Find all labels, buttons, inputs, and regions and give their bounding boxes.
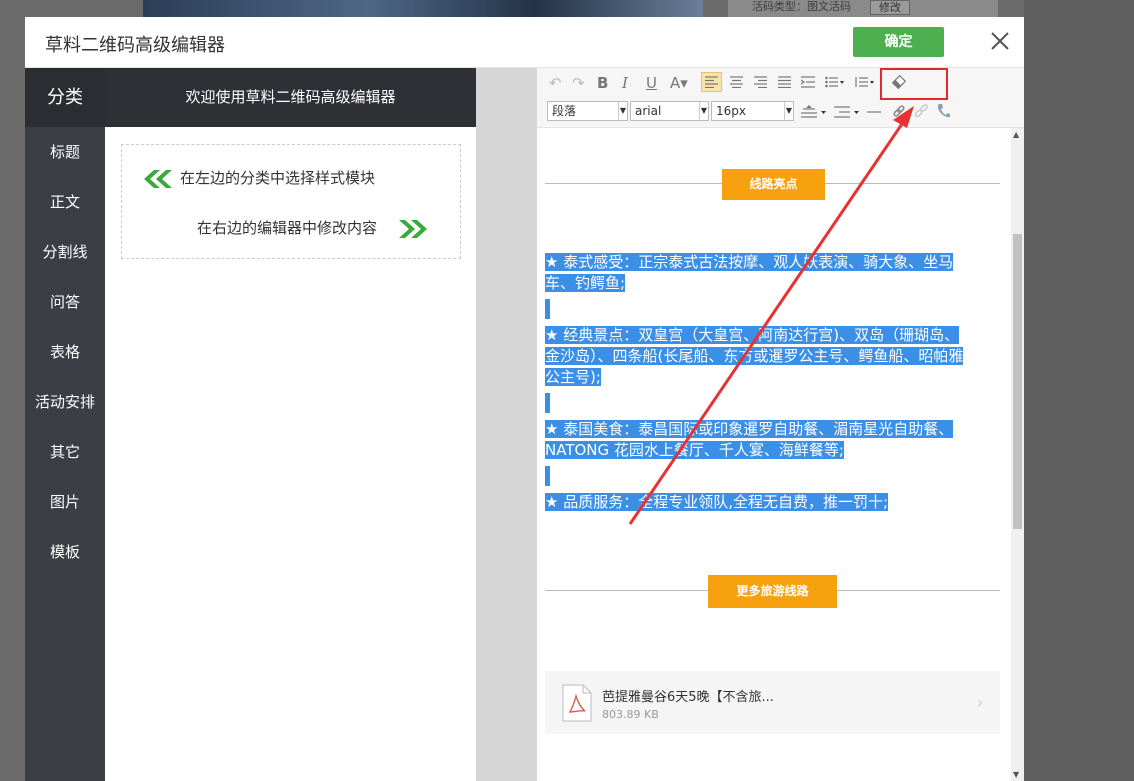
unordered-list-icon[interactable]: [825, 76, 845, 88]
chevron-right-icon: ›: [977, 693, 984, 712]
scroll-down-arrow-icon[interactable]: ▼: [1013, 770, 1019, 779]
template-panel-header: 欢迎使用草料二维码高级编辑器: [105, 68, 476, 127]
indent-icon[interactable]: [801, 76, 815, 88]
category-item-qa[interactable]: 问答: [25, 277, 105, 327]
content-line[interactable]: NATONG 花园水上餐厅、千人宴、海鲜餐等;: [545, 440, 844, 461]
double-chevron-right-icon: [399, 219, 428, 238]
instruction-left: 在左边的分类中选择样式模块: [142, 167, 375, 188]
content-line[interactable]: ★ 泰式感受：正宗泰式古法按摩、观人妖表演、骑大象、坐马: [545, 252, 954, 273]
content-line[interactable]: ★ 品质服务：全程专业领队,全程无自费，推一罚十;: [545, 492, 889, 513]
double-chevron-left-icon: [144, 169, 172, 188]
instruction-left-text: 在左边的分类中选择样式模块: [180, 169, 376, 187]
category-item-other[interactable]: 其它: [25, 427, 105, 477]
background-overlay-right: [1024, 0, 1134, 781]
editor-content[interactable]: 线路亮点 ★ 泰式感受：正宗泰式古法按摩、观人妖表演、骑大象、坐马 车、钓鳄鱼;…: [537, 128, 1011, 781]
file-size: 803.89 KB: [602, 708, 659, 721]
background-meta-text: 活码类型：图文活码: [752, 0, 851, 13]
instruction-right-text: 在右边的编辑器中修改内容: [197, 219, 378, 237]
confirm-button[interactable]: 确定: [853, 27, 944, 57]
phone-icon[interactable]: [936, 103, 950, 119]
link-icon[interactable]: [891, 103, 907, 119]
dialog-title: 草料二维码高级编辑器: [45, 35, 225, 56]
background-edit-button: 修改: [870, 0, 910, 15]
scrollbar-thumb[interactable]: [1013, 234, 1022, 529]
category-item-template[interactable]: 模板: [25, 527, 105, 577]
category-item-title[interactable]: 标题: [25, 127, 105, 177]
category-sidebar: 分类 标题 正文 分割线 问答 表格 活动安排 其它 图片 模板: [25, 68, 105, 781]
font-color-icon[interactable]: A▾: [670, 74, 688, 92]
undo-icon[interactable]: ↶: [549, 74, 562, 92]
horizontal-rule-icon[interactable]: [867, 111, 881, 113]
category-item-image[interactable]: 图片: [25, 477, 105, 527]
paragraph-format-value: 段落: [552, 104, 577, 118]
selected-empty-line: [545, 299, 550, 319]
category-item-body[interactable]: 正文: [25, 177, 105, 227]
instruction-right: 在右边的编辑器中修改内容: [197, 217, 429, 238]
selected-empty-line: [545, 393, 550, 413]
file-attachment-card[interactable]: 芭提雅曼谷6天5晚【不含旅... 803.89 KB ›: [545, 671, 1000, 734]
dropdown-arrow-icon: ▼: [618, 102, 627, 120]
font-family-select[interactable]: arial ▼: [630, 101, 709, 121]
template-panel: 欢迎使用草料二维码高级编辑器 在左边的分类中选择样式模块 在右边的编辑器中修改内…: [105, 68, 476, 781]
align-right-icon[interactable]: [754, 76, 767, 88]
font-size-select[interactable]: 16px ▼: [711, 101, 794, 121]
bold-icon[interactable]: B: [597, 74, 608, 92]
dialog-header: 草料二维码高级编辑器 确定: [25, 17, 1024, 68]
paragraph-format-select[interactable]: 段落 ▼: [547, 101, 628, 121]
category-header: 分类: [25, 68, 105, 127]
italic-icon[interactable]: I: [622, 74, 628, 92]
pdf-file-icon: [562, 684, 592, 722]
category-item-schedule[interactable]: 活动安排: [25, 377, 105, 427]
ordered-list-icon[interactable]: [855, 76, 875, 88]
align-justify-icon[interactable]: [778, 76, 791, 88]
rich-text-editor: ↶ ↷ B I U A▾ 段落 ▼ arial ▼ 16px ▼ 线路亮点 ★ …: [537, 68, 1024, 781]
unlink-icon[interactable]: [913, 103, 929, 119]
editor-dialog: 草料二维码高级编辑器 确定 分类 标题 正文 分割线 问答 表格 活动安排 其它…: [25, 17, 1024, 781]
section-badge-highlights[interactable]: 线路亮点: [722, 169, 825, 200]
editor-gutter: [476, 68, 537, 781]
content-line[interactable]: ★ 经典景点：双皇宫（大皇宫、阿南达行宫)、双岛（珊瑚岛、: [545, 325, 960, 346]
font-size-value: 16px: [716, 104, 746, 118]
dropdown-arrow-icon: ▼: [784, 102, 793, 120]
editor-toolbar: ↶ ↷ B I U A▾ 段落 ▼ arial ▼ 16px ▼: [537, 68, 1024, 128]
selected-empty-line: [545, 466, 550, 486]
background-banner-image: [143, 0, 703, 17]
line-height-icon[interactable]: [801, 105, 827, 119]
content-line[interactable]: 公主号);: [545, 367, 601, 388]
dropdown-arrow-icon: ▼: [699, 102, 708, 120]
underline-icon[interactable]: U: [646, 74, 657, 92]
close-icon[interactable]: [989, 30, 1011, 52]
editor-scrollbar[interactable]: ▲ ▼: [1011, 128, 1024, 781]
font-family-value: arial: [635, 104, 662, 118]
align-left-icon[interactable]: [705, 76, 718, 88]
content-line[interactable]: ★ 泰国美食：泰昌国际或印象暹罗自助餐、湄南星光自助餐、: [545, 419, 954, 440]
file-name: 芭提雅曼谷6天5晚【不含旅...: [602, 690, 774, 705]
category-item-divider[interactable]: 分割线: [25, 227, 105, 277]
align-center-icon[interactable]: [730, 76, 743, 88]
redo-icon[interactable]: ↷: [572, 74, 585, 92]
category-item-table[interactable]: 表格: [25, 327, 105, 377]
content-line[interactable]: 金沙岛）、四条船(长尾船、东方或暹罗公主号、鳄鱼船、昭帕雅: [545, 346, 964, 367]
paragraph-spacing-icon[interactable]: [834, 105, 860, 119]
instruction-box: 在左边的分类中选择样式模块 在右边的编辑器中修改内容: [121, 144, 461, 259]
section-badge-more-routes[interactable]: 更多旅游线路: [708, 575, 837, 608]
content-line[interactable]: 车、钓鳄鱼;: [545, 273, 626, 294]
clear-format-highlight: [880, 68, 948, 100]
scroll-up-arrow-icon[interactable]: ▲: [1013, 130, 1019, 139]
